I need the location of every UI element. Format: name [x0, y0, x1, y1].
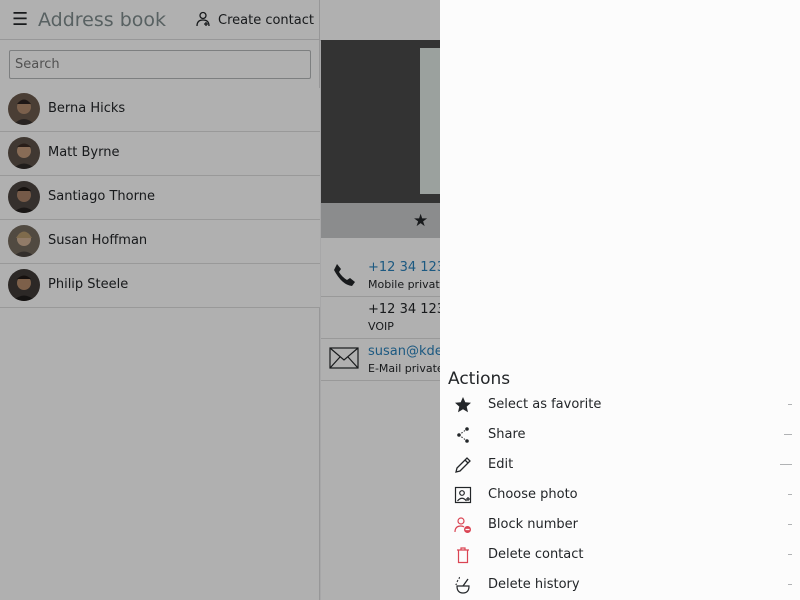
shortcut-hint: [788, 584, 792, 585]
action-label: Share: [488, 427, 526, 442]
shortcut-hint: [780, 464, 792, 465]
action-label: Edit: [488, 457, 514, 472]
action-label: Delete history: [488, 577, 580, 592]
block-number-action[interactable]: Block number: [440, 510, 800, 540]
shortcut-hint: [788, 494, 792, 495]
shortcut-hint: [788, 554, 792, 555]
shortcut-hint: [788, 524, 792, 525]
select-favorite-action[interactable]: Select as favorite: [440, 390, 800, 420]
photo-icon: [454, 486, 472, 504]
action-label: Delete contact: [488, 547, 584, 562]
edit-action[interactable]: Edit: [440, 450, 800, 480]
delete-contact-action[interactable]: Delete contact: [440, 540, 800, 570]
clear-history-icon: [454, 576, 472, 594]
share-action[interactable]: Share: [440, 420, 800, 450]
address-book-app: ☰ Address book Create contact Berna Hick…: [0, 0, 800, 600]
star-icon: [454, 396, 472, 414]
action-label: Block number: [488, 517, 579, 532]
action-label: Choose photo: [488, 487, 578, 502]
trash-icon: [454, 546, 472, 564]
block-user-icon: [454, 516, 472, 534]
choose-photo-action[interactable]: Choose photo: [440, 480, 800, 510]
shortcut-hint: [784, 434, 792, 435]
pencil-icon: [454, 456, 472, 474]
action-label: Select as favorite: [488, 397, 602, 412]
drawer-title: Actions: [448, 369, 511, 389]
share-icon: [454, 426, 472, 444]
shortcut-hint: [788, 404, 792, 405]
delete-history-action[interactable]: Delete history: [440, 570, 800, 600]
actions-drawer: Actions Select as favorite Share Edit Ch…: [440, 0, 800, 600]
